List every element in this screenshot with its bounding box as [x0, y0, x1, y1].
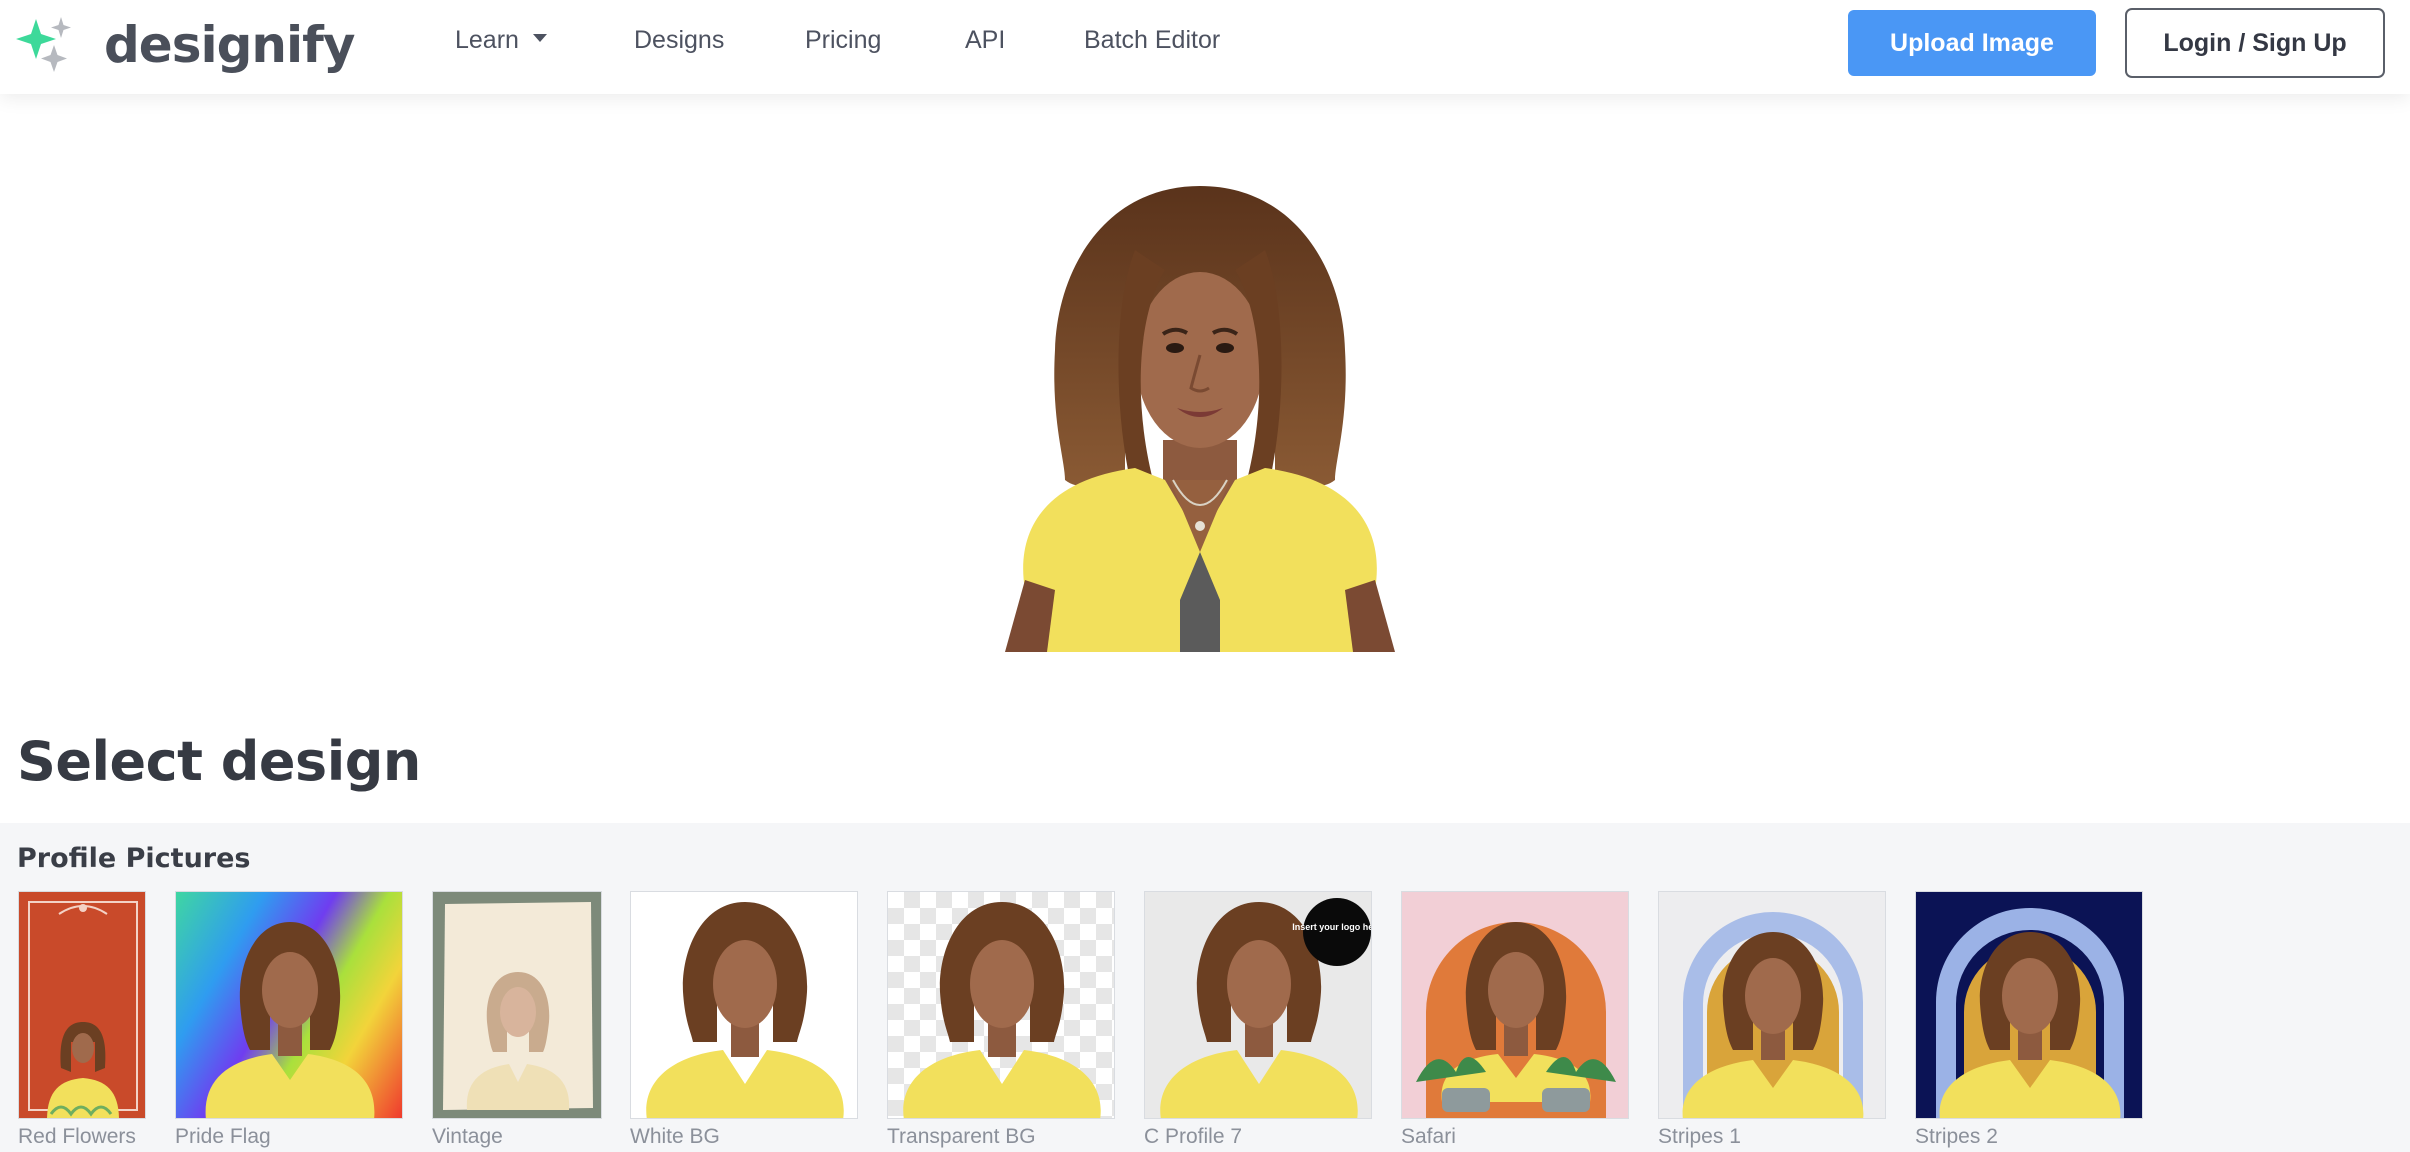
- nav-learn[interactable]: Learn: [455, 26, 547, 55]
- top-navbar: designify Learn Designs Pricing API Batc…: [0, 0, 2410, 94]
- red-flowers-preview: [28, 901, 138, 1118]
- transparent-bg-preview: [903, 902, 1101, 1118]
- design-label: White BG: [630, 1125, 720, 1148]
- image-preview: [985, 180, 1415, 652]
- design-thumb-vintage[interactable]: [432, 891, 602, 1119]
- design-label: Safari: [1401, 1125, 1456, 1148]
- sparkle-logo-icon: [16, 17, 71, 72]
- design-label: C Profile 7: [1144, 1125, 1243, 1148]
- chevron-down-icon: [532, 34, 547, 43]
- design-label: Transparent BG: [887, 1125, 1036, 1148]
- design-label: Stripes 1: [1658, 1125, 1741, 1148]
- design-label: Red Flowers: [18, 1125, 136, 1148]
- design-thumb-stripes-1[interactable]: [1658, 891, 1886, 1119]
- c-profile-7-preview: Insert your logo here: [1160, 898, 1372, 1118]
- design-thumb-pride-flag[interactable]: [175, 891, 403, 1119]
- brand-logo[interactable]: designify: [14, 14, 355, 76]
- design-thumb-stripes-2[interactable]: [1915, 891, 2143, 1119]
- logo-placeholder-badge: Insert your logo here: [1292, 922, 1372, 932]
- login-signup-button[interactable]: Login / Sign Up: [2125, 8, 2385, 78]
- design-thumb-safari[interactable]: [1401, 891, 1629, 1119]
- nav-designs[interactable]: Designs: [634, 26, 724, 55]
- design-thumb-c-profile-7[interactable]: Insert your logo here: [1144, 891, 1372, 1119]
- profile-pictures-heading: Profile Pictures: [17, 843, 251, 874]
- stripes-2-preview: [1936, 908, 2124, 1118]
- safari-preview: [1416, 922, 1616, 1118]
- nav-pricing[interactable]: Pricing: [805, 26, 881, 55]
- design-thumb-white-bg[interactable]: [630, 891, 858, 1119]
- nav-learn-label: Learn: [455, 26, 519, 54]
- design-thumb-transparent-bg[interactable]: [887, 891, 1115, 1119]
- nav-batch-editor[interactable]: Batch Editor: [1084, 26, 1220, 55]
- nav-api[interactable]: API: [965, 26, 1005, 55]
- upload-image-button[interactable]: Upload Image: [1848, 10, 2096, 76]
- brand-name: designify: [104, 16, 355, 74]
- select-design-heading: Select design: [17, 730, 421, 793]
- portrait-cutout-image: [1005, 186, 1395, 652]
- design-label: Stripes 2: [1915, 1125, 1998, 1148]
- design-label: Pride Flag: [175, 1125, 271, 1148]
- stripes-1-preview: [1682, 912, 1864, 1118]
- vintage-preview: [443, 902, 593, 1110]
- page-root: designify Learn Designs Pricing API Batc…: [0, 0, 2410, 1152]
- design-thumb-red-flowers[interactable]: [18, 891, 146, 1119]
- design-gallery: Profile Pictures Red Flowers Pride Flag …: [0, 823, 2410, 1152]
- pride-flag-preview: [205, 922, 375, 1118]
- white-bg-preview: [646, 902, 844, 1118]
- design-label: Vintage: [432, 1125, 503, 1148]
